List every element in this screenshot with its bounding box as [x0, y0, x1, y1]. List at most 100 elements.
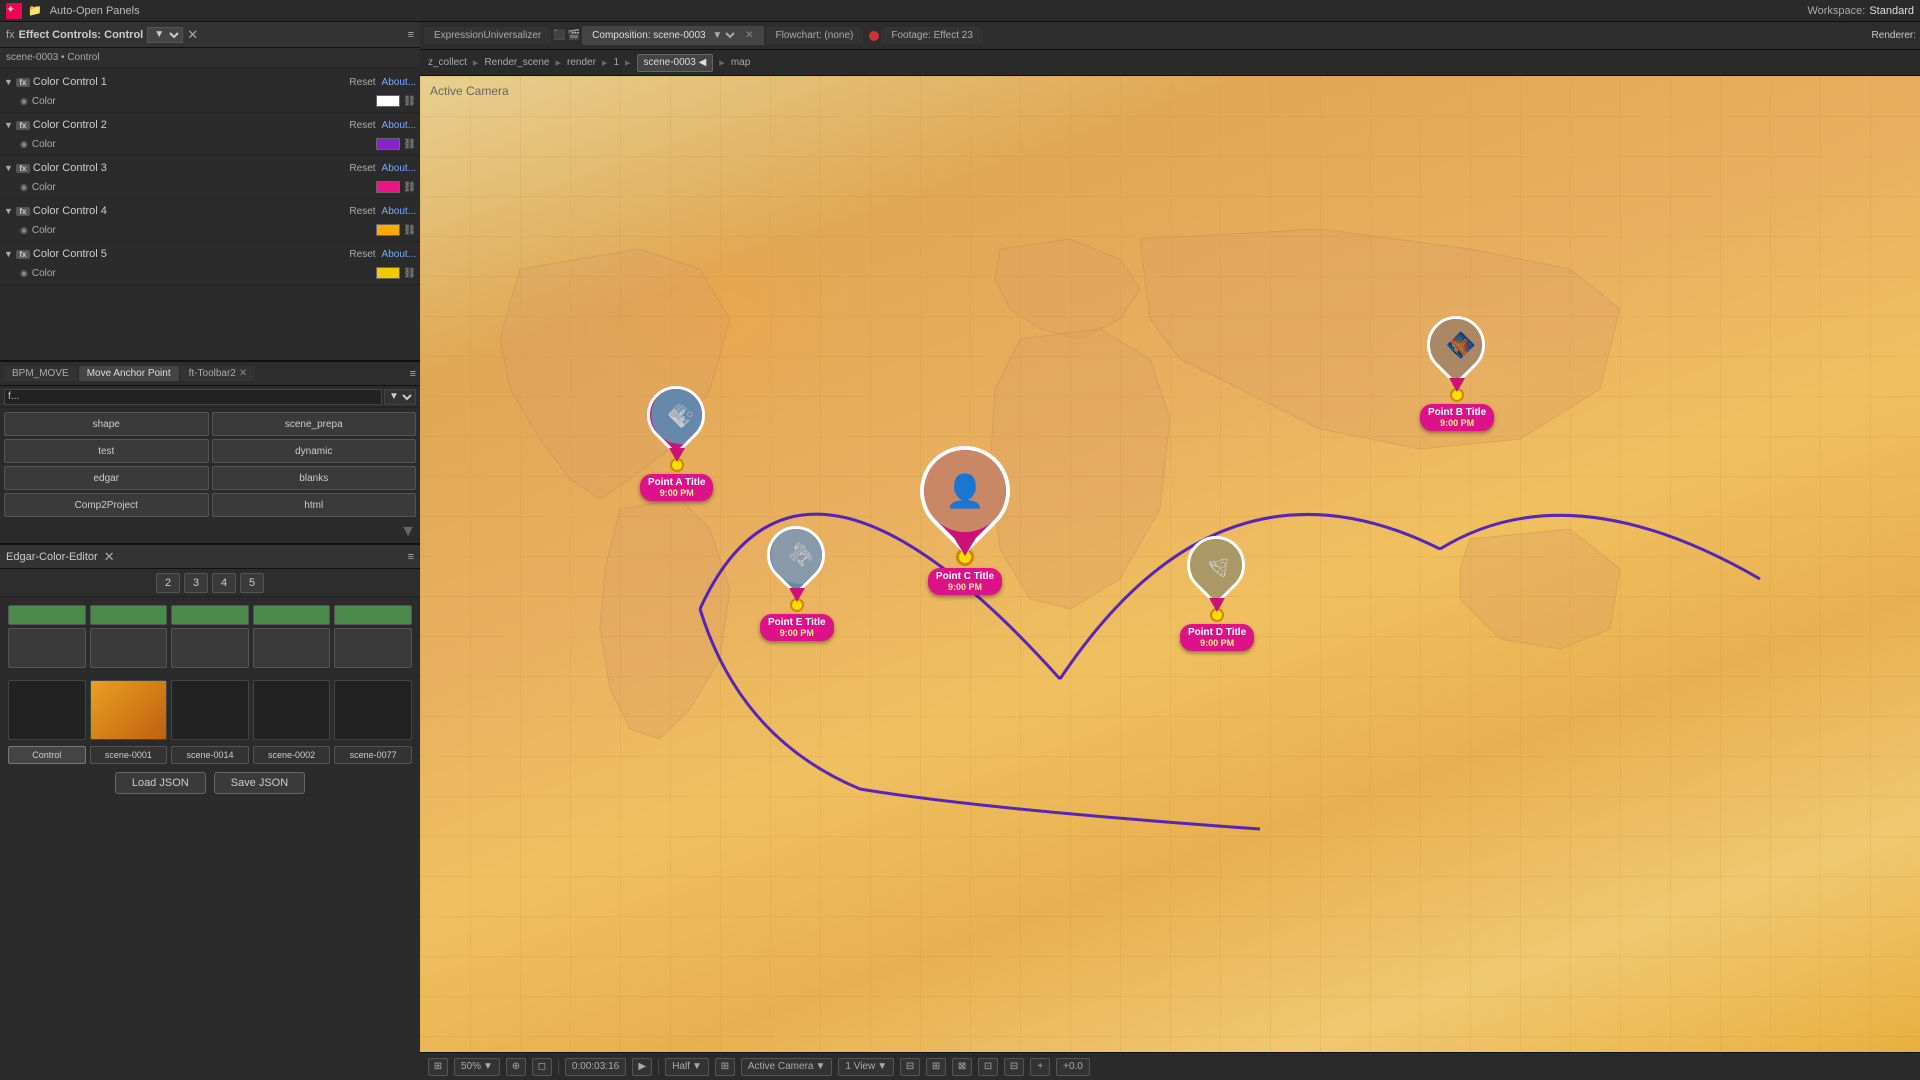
cc4-swatch[interactable] — [376, 224, 400, 236]
cc2-reset[interactable]: Reset — [349, 120, 375, 131]
edgar-tab-3[interactable]: 3 — [184, 573, 208, 593]
comp-label-scene0001[interactable]: scene-0001 — [90, 746, 168, 764]
btn-scene-prepa[interactable]: scene_prepa — [212, 412, 417, 436]
swatch-top-2[interactable] — [90, 605, 168, 625]
cc3-about[interactable]: About... — [382, 163, 416, 174]
btn-blanks[interactable]: blanks — [212, 466, 417, 490]
camera-btn[interactable]: Active Camera ▼ — [741, 1058, 832, 1076]
color-control-1-header[interactable]: ▼ fx Color Control 1 Reset About... — [0, 72, 420, 92]
effect-controls-dropdown[interactable]: ▼ — [147, 27, 183, 43]
tab-composition-scene0003[interactable]: Composition: scene-0003 ▼ ✕ — [582, 26, 763, 45]
layout-icon-3[interactable]: ⊠ — [952, 1058, 972, 1076]
comp-name-box[interactable]: scene-0003 ◀ — [637, 54, 714, 72]
cc2-about[interactable]: About... — [382, 120, 416, 131]
save-json-button[interactable]: Save JSON — [214, 772, 305, 794]
color-control-2-header[interactable]: ▼ fx Color Control 2 Reset About... — [0, 115, 420, 135]
region-icon[interactable]: ◻ — [532, 1058, 552, 1076]
cc1-color-row: ◉ Color ⛓ — [0, 92, 420, 110]
comp-label-scene0002[interactable]: scene-0002 — [253, 746, 331, 764]
btn-comp2project[interactable]: Comp2Project — [4, 493, 209, 517]
load-json-button[interactable]: Load JSON — [115, 772, 206, 794]
comp-thumb-1[interactable] — [8, 680, 86, 740]
comp-tab-close-icon[interactable]: ✕ — [745, 30, 753, 41]
toolbar-scroll-down-icon[interactable]: ▼ — [400, 523, 416, 541]
edgar-close-icon[interactable]: ✕ — [104, 549, 115, 565]
comp-thumbnails — [0, 676, 420, 744]
swatch-top-4[interactable] — [253, 605, 331, 625]
swatch-top-3[interactable] — [171, 605, 249, 625]
cc5-about[interactable]: About... — [382, 249, 416, 260]
comp-thumb-4[interactable] — [253, 680, 331, 740]
tab-footage[interactable]: Footage: Effect 23 — [881, 27, 983, 44]
comp-dropdown[interactable]: ▼ — [708, 29, 738, 42]
edgar-tab-4[interactable]: 4 — [212, 573, 236, 593]
plus-icon[interactable]: + — [1030, 1058, 1050, 1076]
comp-label-control[interactable]: Control — [8, 746, 86, 764]
view-btn[interactable]: 1 View ▼ — [838, 1058, 894, 1076]
cc1-reset[interactable]: Reset — [349, 77, 375, 88]
layout-icon-1[interactable]: ⊟ — [900, 1058, 920, 1076]
edgar-tab-2[interactable]: 2 — [156, 573, 180, 593]
play-icon[interactable]: ▶ — [632, 1058, 652, 1076]
quality-btn[interactable]: Half ▼ — [665, 1058, 709, 1076]
swatch-top-5[interactable] — [334, 605, 412, 625]
cc2-swatch[interactable] — [376, 138, 400, 150]
map-pin-e[interactable]: 🏗 Point E Title 9:00 PM — [760, 526, 834, 641]
resolution-icon[interactable]: ⊕ — [506, 1058, 526, 1076]
toolbar-menu-icon[interactable]: ≡ — [410, 368, 416, 380]
edgar-color-editor: Edgar-Color-Editor ✕ ≡ 2 3 4 5 — [0, 545, 420, 1080]
effect-controls-menu[interactable]: ≡ — [408, 29, 414, 41]
comp-label-scene0014[interactable]: scene-0014 — [171, 746, 249, 764]
edgar-tab-5[interactable]: 5 — [240, 573, 264, 593]
btn-test[interactable]: test — [4, 439, 209, 463]
tab-bpm-move[interactable]: BPM_MOVE — [4, 366, 77, 381]
btn-dynamic[interactable]: dynamic — [212, 439, 417, 463]
comp-thumb-5[interactable] — [334, 680, 412, 740]
top-bar: ✦ 📁 Auto-Open Panels Workspace: Standard — [0, 0, 1920, 22]
cc5-swatch[interactable] — [376, 267, 400, 279]
layout-icon-5[interactable]: ⊟ — [1004, 1058, 1024, 1076]
comp-thumb-2[interactable] — [90, 680, 168, 740]
map-pin-c[interactable]: 👤 Point C Title 9:00 PM — [920, 446, 1010, 595]
tab-expression-universalizer[interactable]: ExpressionUniversalizer — [424, 27, 551, 44]
tab-close-icon[interactable]: ✕ — [239, 368, 247, 379]
edgar-menu-icon[interactable]: ≡ — [408, 551, 414, 563]
toolbar-search-dropdown[interactable]: ▼ — [384, 389, 416, 405]
cc5-reset[interactable]: Reset — [349, 249, 375, 260]
btn-shape[interactable]: shape — [4, 412, 209, 436]
cc1-about[interactable]: About... — [382, 77, 416, 88]
breadcrumb-render-scene[interactable]: Render_scene — [484, 57, 549, 68]
tab-move-anchor[interactable]: Move Anchor Point — [79, 366, 179, 381]
breadcrumb-map[interactable]: map — [731, 57, 750, 68]
map-pin-a[interactable]: 🏙 Point A Title 9:00 PM — [640, 386, 713, 501]
pin-b-time: 9:00 PM — [1428, 418, 1486, 428]
color-control-4-header[interactable]: ▼ fx Color Control 4 Reset About... — [0, 201, 420, 221]
cc3-swatch[interactable] — [376, 181, 400, 193]
color-control-3-header[interactable]: ▼ fx Color Control 3 Reset About... — [0, 158, 420, 178]
zoom-btn[interactable]: 50% ▼ — [454, 1058, 500, 1076]
breadcrumb-render[interactable]: render — [567, 57, 596, 68]
btn-edgar[interactable]: edgar — [4, 466, 209, 490]
cc4-reset[interactable]: Reset — [349, 206, 375, 217]
swatch-top-1[interactable] — [8, 605, 86, 625]
tab-flowchart[interactable]: Flowchart: (none) — [766, 27, 864, 44]
toolbar-search-input[interactable] — [4, 389, 382, 405]
btn-html[interactable]: html — [212, 493, 417, 517]
effect-controls-close[interactable]: ✕ — [187, 27, 198, 43]
color-control-5-header[interactable]: ▼ fx Color Control 5 Reset About... — [0, 244, 420, 264]
grid-icon[interactable]: ⊞ — [715, 1058, 735, 1076]
layout-icon-4[interactable]: ⊡ — [978, 1058, 998, 1076]
breadcrumb-zcollect[interactable]: z_collect — [428, 57, 467, 68]
timecode-display[interactable]: 0:00:03:16 — [565, 1058, 626, 1076]
layout-icon-2[interactable]: ⊞ — [926, 1058, 946, 1076]
cc3-reset[interactable]: Reset — [349, 163, 375, 174]
tab-ft-toolbar2[interactable]: ft-Toolbar2✕ — [181, 366, 256, 381]
comp-label-scene0077[interactable]: scene-0077 — [334, 746, 412, 764]
comp-thumb-3[interactable] — [171, 680, 249, 740]
cc4-about[interactable]: About... — [382, 206, 416, 217]
cc1-swatch[interactable] — [376, 95, 400, 107]
fit-to-frame-icon[interactable]: ⊞ — [428, 1058, 448, 1076]
map-pin-b[interactable]: 🌉 Point B Title 9:00 PM — [1420, 316, 1494, 431]
breadcrumb-1[interactable]: 1 — [613, 57, 619, 68]
map-pin-d[interactable]: 🏔 Point D Title 9:00 PM — [1180, 536, 1254, 651]
